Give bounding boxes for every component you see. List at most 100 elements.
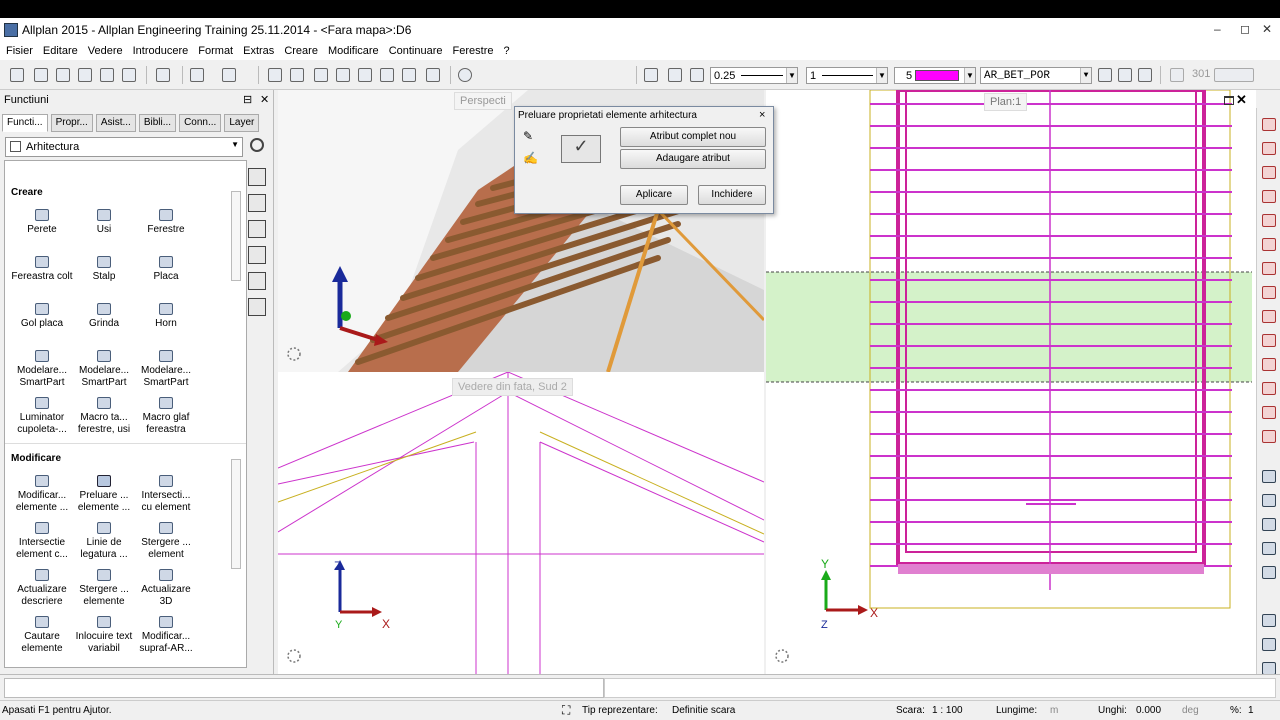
percent-value[interactable]: 1 bbox=[1248, 705, 1254, 716]
line-tool-icon[interactable] bbox=[1262, 166, 1276, 179]
layer-stack-icon[interactable] bbox=[1118, 68, 1132, 82]
trim-tool-icon[interactable] bbox=[1262, 238, 1276, 251]
plan-viewport[interactable]: Y X Z Plan:1 ✕ bbox=[766, 90, 1256, 674]
menu-modificare[interactable]: Modificare bbox=[328, 45, 379, 57]
format-painter-icon[interactable] bbox=[644, 68, 658, 82]
scara-value[interactable]: 1 : 100 bbox=[932, 705, 963, 716]
tab-functii[interactable]: Functi... bbox=[2, 114, 48, 132]
view-side-icon[interactable] bbox=[248, 194, 266, 212]
function-modelare-smartpart[interactable]: Modelare... SmartPart bbox=[73, 350, 135, 389]
scrollbar[interactable] bbox=[231, 191, 241, 281]
function-modelare-smartpart[interactable]: Modelare... SmartPart bbox=[11, 350, 73, 389]
function-linie-legatura[interactable]: Linie de legatura ... bbox=[73, 522, 135, 561]
cut-icon[interactable] bbox=[336, 68, 350, 82]
function-horn[interactable]: Horn bbox=[135, 303, 197, 330]
unghi-value[interactable]: 0.000 bbox=[1136, 705, 1161, 716]
array-tool-icon[interactable] bbox=[1262, 382, 1276, 395]
tip-reprezentare-value[interactable]: Definitie scara bbox=[672, 705, 735, 716]
function-fereastra-colt[interactable]: Fereastra colt bbox=[11, 256, 73, 283]
line-type-select[interactable]: 1 ▼ bbox=[806, 67, 888, 84]
paint-icon[interactable]: ✍ bbox=[523, 151, 538, 165]
maximize-view-icon[interactable] bbox=[1224, 96, 1234, 105]
view-back-icon[interactable] bbox=[248, 272, 266, 290]
function-cautare-elemente[interactable]: Cautare elemente bbox=[11, 616, 73, 655]
menu-vedere[interactable]: Vedere bbox=[88, 45, 123, 57]
minimize-button[interactable]: – bbox=[1214, 22, 1221, 36]
redo-icon[interactable] bbox=[222, 68, 236, 82]
frame-icon[interactable] bbox=[402, 68, 416, 82]
preview-icon[interactable] bbox=[156, 68, 170, 82]
stretch-tool-icon[interactable] bbox=[1262, 406, 1276, 419]
function-modificare-suprafete[interactable]: Modificar... supraf-AR... bbox=[135, 616, 197, 655]
close-button[interactable]: ✕ bbox=[1262, 22, 1272, 36]
search-icon[interactable] bbox=[250, 138, 264, 152]
function-grinda[interactable]: Grinda bbox=[73, 303, 135, 330]
dialog-close-button[interactable]: × bbox=[759, 109, 765, 121]
function-gol-placa[interactable]: Gol placa bbox=[11, 303, 73, 330]
tab-asistent[interactable]: Asist... bbox=[95, 114, 136, 132]
close-panel-button[interactable]: ✕ bbox=[260, 93, 269, 106]
layer-tool-icon[interactable] bbox=[1262, 566, 1276, 579]
view-front-icon[interactable] bbox=[248, 168, 266, 186]
menu-ferestre[interactable]: Ferestre bbox=[453, 45, 494, 57]
menu-format[interactable]: Format bbox=[198, 45, 233, 57]
pen-thickness-select[interactable]: 0.25 ▼ bbox=[710, 67, 798, 84]
new-icon[interactable] bbox=[10, 68, 24, 82]
undo-icon[interactable] bbox=[190, 68, 204, 82]
open-icon[interactable] bbox=[56, 68, 70, 82]
function-preluare-elemente[interactable]: Preluare ... elemente ... bbox=[73, 475, 135, 514]
function-actualizare-3d[interactable]: Actualizare 3D bbox=[135, 569, 197, 608]
checkmark-icon[interactable]: ✓ bbox=[561, 135, 601, 163]
menu-help[interactable]: ? bbox=[503, 45, 509, 57]
scale-tool-icon[interactable] bbox=[1262, 334, 1276, 347]
layer-icon[interactable] bbox=[1098, 68, 1112, 82]
command-input[interactable] bbox=[4, 678, 604, 698]
close-view-icon[interactable]: ✕ bbox=[1236, 92, 1247, 108]
tab-layer[interactable]: Layer bbox=[224, 114, 260, 132]
function-stalp[interactable]: Stalp bbox=[73, 256, 135, 283]
edit-tool-icon[interactable] bbox=[1262, 118, 1276, 131]
menu-extras[interactable]: Extras bbox=[243, 45, 274, 57]
pipette-icon[interactable] bbox=[690, 68, 704, 82]
measure-icon[interactable] bbox=[268, 68, 282, 82]
format-icon[interactable] bbox=[1170, 68, 1184, 82]
save-icon[interactable] bbox=[100, 68, 114, 82]
function-actualizare-descriere[interactable]: Actualizare descriere bbox=[11, 569, 73, 608]
view-icon[interactable] bbox=[358, 68, 372, 82]
function-luminator[interactable]: Luminator cupoleta-... bbox=[11, 397, 73, 436]
function-modificare-elemente[interactable]: Modificar... elemente ... bbox=[11, 475, 73, 514]
function-usi[interactable]: Usi bbox=[73, 209, 135, 236]
calculator-icon[interactable] bbox=[34, 68, 48, 82]
3d-box-icon[interactable] bbox=[426, 68, 440, 82]
function-inlocuire-text[interactable]: Inlocuire text variabil bbox=[73, 616, 135, 655]
function-stergere-element[interactable]: Stergere ... element bbox=[135, 522, 197, 561]
function-stergere-elemente[interactable]: Stergere ... elemente bbox=[73, 569, 135, 608]
view-top-icon[interactable] bbox=[248, 246, 266, 264]
function-macro-glaf[interactable]: Macro glaf fereastra bbox=[135, 397, 197, 436]
category-select[interactable]: Arhitectura ▼ bbox=[5, 137, 243, 157]
function-macro-tamplarie[interactable]: Macro ta... ferestre, usi bbox=[73, 397, 135, 436]
tab-proprietati[interactable]: Propr... bbox=[50, 114, 93, 132]
unghi-unit[interactable]: deg bbox=[1182, 705, 1199, 716]
menu-continuare[interactable]: Continuare bbox=[389, 45, 443, 57]
mirror-tool-icon[interactable] bbox=[1262, 190, 1276, 203]
layer-select[interactable]: AR_BET_POR ▼ bbox=[980, 67, 1092, 84]
pen-icon[interactable] bbox=[668, 68, 682, 82]
copy-tool-icon[interactable] bbox=[1262, 358, 1276, 371]
ruler-icon[interactable] bbox=[290, 68, 304, 82]
scrollbar[interactable] bbox=[231, 459, 241, 569]
pipette-icon[interactable]: ✎ bbox=[523, 129, 533, 143]
snap-tool-icon[interactable] bbox=[1262, 494, 1276, 507]
atribut-complet-nou-button[interactable]: Atribut complet nou bbox=[620, 127, 766, 147]
rotate-tool-icon[interactable] bbox=[1262, 310, 1276, 323]
sum-tool-icon[interactable] bbox=[1262, 638, 1276, 651]
elevation-icon[interactable] bbox=[314, 68, 328, 82]
extend-tool-icon[interactable] bbox=[1262, 262, 1276, 275]
print-icon[interactable] bbox=[122, 68, 136, 82]
menu-introducere[interactable]: Introducere bbox=[133, 45, 189, 57]
view-iso-icon[interactable] bbox=[248, 220, 266, 238]
color-select[interactable]: 5 ▼ bbox=[894, 67, 976, 84]
snapshot-tool-icon[interactable] bbox=[1262, 614, 1276, 627]
tab-biblioteca[interactable]: Bibli... bbox=[138, 114, 177, 132]
menu-fisier[interactable]: Fisier bbox=[6, 45, 33, 57]
